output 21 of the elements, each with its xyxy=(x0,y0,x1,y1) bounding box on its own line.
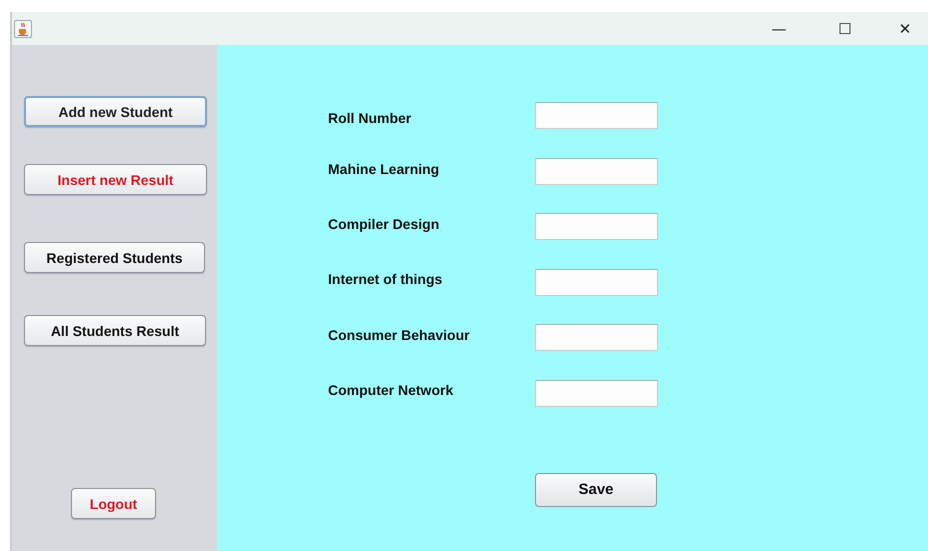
maximize-button[interactable]: ☐ xyxy=(822,12,868,45)
field-label: Compiler Design xyxy=(328,215,440,232)
close-button[interactable]: ✕ xyxy=(882,12,928,45)
input-field[interactable] xyxy=(535,213,658,240)
field-label: Mahine Learning xyxy=(328,160,440,177)
save-button[interactable]: Save xyxy=(535,472,657,507)
input-field[interactable] xyxy=(535,158,658,185)
field-label: Internet of things xyxy=(328,270,444,287)
minimize-button[interactable]: — xyxy=(756,12,802,45)
input-field[interactable] xyxy=(535,102,658,129)
input-field[interactable] xyxy=(535,324,658,352)
nav-button[interactable]: Registered Students xyxy=(24,242,205,273)
field-label: Consumer Behaviour xyxy=(328,326,471,344)
nav-button[interactable]: Insert new Result xyxy=(24,164,207,195)
nav-button[interactable]: Add new Student xyxy=(24,96,207,127)
logout-button[interactable]: Logout xyxy=(71,488,156,519)
field-label: Roll Number xyxy=(328,109,412,126)
field-label: Computer Network xyxy=(328,380,454,398)
input-field[interactable] xyxy=(535,380,658,407)
input-field[interactable] xyxy=(535,268,658,296)
nav-button[interactable]: All Students Result xyxy=(24,315,206,346)
